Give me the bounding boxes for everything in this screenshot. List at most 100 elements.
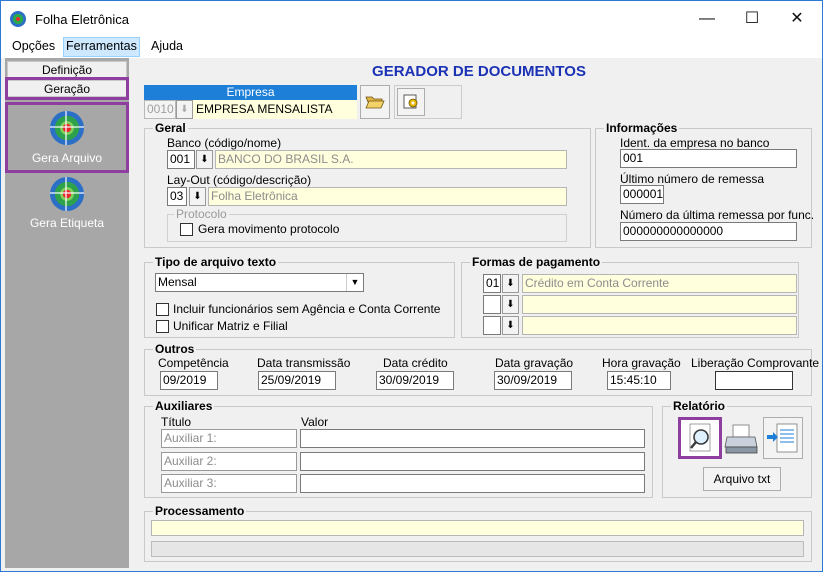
auxiliar-valor-2[interactable] xyxy=(300,452,645,471)
auxiliar-titulo-3[interactable]: Auxiliar 3: xyxy=(161,474,297,493)
auxiliar-valor-3[interactable] xyxy=(300,474,645,493)
forma-code-field-3[interactable] xyxy=(483,316,501,335)
unificar-matriz-label: Unificar Matriz e Filial xyxy=(173,319,288,333)
layout-lookup-button[interactable]: ⬇ xyxy=(189,187,206,206)
competencia-field[interactable]: 09/2019 xyxy=(160,371,218,390)
tab-definicao[interactable]: Definição xyxy=(7,61,127,78)
banco-lookup-button[interactable]: ⬇ xyxy=(196,150,213,169)
menu-ferramentas[interactable]: Ferramentas xyxy=(63,37,140,57)
preview-button[interactable] xyxy=(678,417,722,459)
data-transmissao-label: Data transmissão xyxy=(257,356,351,370)
forma-code-field-1[interactable]: 01 xyxy=(483,274,501,293)
processamento-status-field xyxy=(151,520,804,536)
outros-title: Outros xyxy=(153,342,197,356)
chevron-down-icon[interactable]: ▼ xyxy=(346,274,363,291)
export-document-icon xyxy=(767,423,798,453)
gera-protocolo-checkbox[interactable] xyxy=(180,223,193,236)
relatorio-group: Relatório Arquivo txt xyxy=(662,399,812,498)
globe-icon xyxy=(50,177,84,211)
layout-code-field[interactable]: 03 xyxy=(167,187,187,206)
processamento-progress-bar xyxy=(151,541,804,557)
menu-ajuda[interactable]: Ajuda xyxy=(151,39,183,53)
forma-lookup-button-3[interactable]: ⬇ xyxy=(502,316,519,335)
titulo-column-header: Título xyxy=(161,415,192,429)
gera-arquivo-highlight xyxy=(5,102,129,173)
app-logo-icon xyxy=(10,11,26,27)
empresa-header: Empresa xyxy=(144,85,357,100)
app-window: Folha Eletrônica — ☐ ✕ Opções Ferramenta… xyxy=(0,0,823,572)
forma-desc-field-1: Crédito em Conta Corrente xyxy=(522,274,797,293)
arquivo-txt-button[interactable]: Arquivo txt xyxy=(703,467,781,491)
forma-desc-field-2 xyxy=(522,295,797,314)
banco-name-field: BANCO DO BRASIL S.A. xyxy=(215,150,567,169)
sidebar-item-gera-etiqueta[interactable]: Gera Etiqueta xyxy=(5,176,129,232)
forma-lookup-button-2[interactable]: ⬇ xyxy=(502,295,519,314)
data-transmissao-field[interactable]: 25/09/2019 xyxy=(258,371,336,390)
window-title: Folha Eletrônica xyxy=(35,12,129,27)
auxiliar-titulo-2[interactable]: Auxiliar 2: xyxy=(161,452,297,471)
main-panel: GERADOR DE DOCUMENTOS Empresa 0010 ⬇ EMP… xyxy=(134,58,819,568)
hora-gravacao-field[interactable]: 15:45:10 xyxy=(607,371,671,390)
geral-title: Geral xyxy=(153,121,188,135)
geral-group: Geral Banco (código/nome) 001 ⬇ BANCO DO… xyxy=(144,121,591,248)
banco-label: Banco (código/nome) xyxy=(167,136,282,150)
ident-label: Ident. da empresa no banco xyxy=(620,136,770,150)
gera-protocolo-label: Gera movimento protocolo xyxy=(198,222,340,236)
numero-remessa-field[interactable]: 000000000000000 xyxy=(620,222,797,241)
banco-code-field[interactable]: 001 xyxy=(167,150,195,169)
forma-code-field-2[interactable] xyxy=(483,295,501,314)
ultimo-remessa-label: Último número de remessa xyxy=(620,172,765,186)
tipo-arquivo-selected: Mensal xyxy=(158,275,197,289)
formas-pagamento-group: Formas de pagamento 01 ⬇ Crédito em Cont… xyxy=(461,255,799,338)
title-bar: Folha Eletrônica — ☐ ✕ xyxy=(1,1,822,36)
data-credito-label: Data crédito xyxy=(383,356,448,370)
layout-name-field: Folha Eletrônica xyxy=(208,187,567,206)
layout-label: Lay-Out (código/descrição) xyxy=(167,173,312,187)
numero-remessa-label: Número da última remessa por func. xyxy=(620,208,815,222)
sidebar-item-label: Gera Etiqueta xyxy=(29,216,105,230)
ultimo-remessa-field[interactable]: 000001 xyxy=(620,185,664,204)
close-button[interactable]: ✕ xyxy=(774,1,820,36)
page-title: GERADOR DE DOCUMENTOS xyxy=(372,63,586,80)
empresa-lookup-button[interactable]: ⬇ xyxy=(176,100,193,119)
maximize-button[interactable]: ☐ xyxy=(729,1,775,36)
protocolo-title: Protocolo xyxy=(174,207,229,221)
unificar-matriz-checkbox[interactable] xyxy=(156,320,169,333)
processamento-title: Processamento xyxy=(153,504,247,518)
auxiliares-group: Auxiliares Título Valor Auxiliar 1: Auxi… xyxy=(144,399,653,498)
empresa-code-field[interactable]: 0010 xyxy=(144,100,176,119)
data-gravacao-field[interactable]: 30/09/2019 xyxy=(494,371,572,390)
informacoes-title: Informações xyxy=(604,121,680,135)
magnifier-icon xyxy=(689,423,711,452)
tipo-arquivo-title: Tipo de arquivo texto xyxy=(153,255,279,269)
export-button[interactable] xyxy=(763,417,803,459)
tipo-arquivo-select[interactable]: Mensal ▼ xyxy=(155,273,364,292)
outros-group: Outros Competência 09/2019 Data transmis… xyxy=(144,342,819,396)
auxiliar-valor-1[interactable] xyxy=(300,429,645,448)
incluir-funcionarios-label: Incluir funcionários sem Agência e Conta… xyxy=(173,302,441,316)
auxiliar-titulo-1[interactable]: Auxiliar 1: xyxy=(161,429,297,448)
settings-button[interactable] xyxy=(394,85,462,119)
tipo-arquivo-group: Tipo de arquivo texto Mensal ▼ Incluir f… xyxy=(144,255,455,338)
forma-desc-field-3 xyxy=(522,316,797,335)
open-folder-button[interactable] xyxy=(360,85,390,119)
data-gravacao-label: Data gravação xyxy=(495,356,574,370)
print-button[interactable] xyxy=(723,417,761,459)
hora-gravacao-label: Hora gravação xyxy=(602,356,681,370)
auxiliares-title: Auxiliares xyxy=(153,399,215,413)
data-credito-field[interactable]: 30/09/2019 xyxy=(376,371,454,390)
formas-pagamento-title: Formas de pagamento xyxy=(470,255,603,269)
geracao-highlight xyxy=(5,77,129,100)
printer-icon xyxy=(724,424,758,454)
gear-document-icon xyxy=(403,94,418,109)
protocolo-group: Protocolo Gera movimento protocolo xyxy=(167,207,567,242)
incluir-funcionarios-checkbox[interactable] xyxy=(156,303,169,316)
valor-column-header: Valor xyxy=(301,415,329,429)
minimize-button[interactable]: — xyxy=(684,1,730,36)
liberacao-comprovante-field[interactable] xyxy=(715,371,793,390)
menu-bar: Opções Ferramentas Ajuda xyxy=(1,36,822,58)
menu-opcoes[interactable]: Opções xyxy=(12,39,55,53)
forma-lookup-button-1[interactable]: ⬇ xyxy=(502,274,519,293)
sidebar: Definição Geração Gera Arquivo Gera Etiq… xyxy=(5,58,129,568)
ident-field[interactable]: 001 xyxy=(620,149,797,168)
